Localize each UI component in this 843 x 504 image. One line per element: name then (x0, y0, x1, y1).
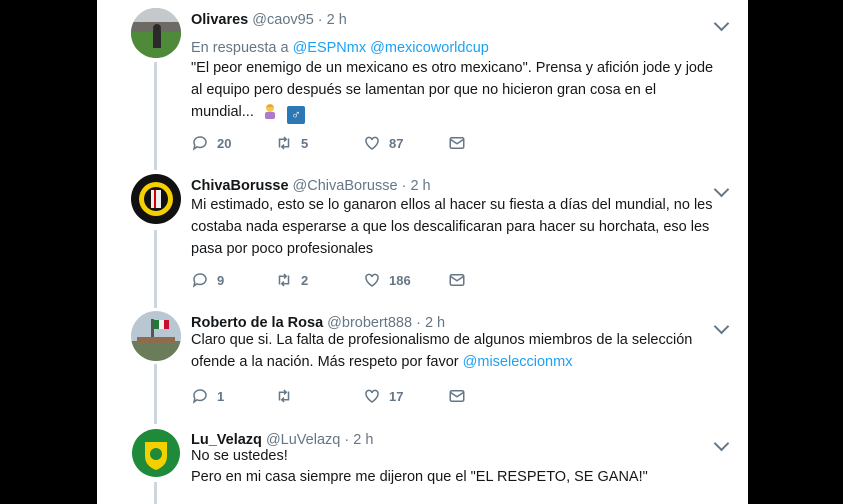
reply-prefix: En respuesta a (191, 40, 289, 56)
direct-message-button[interactable] (448, 134, 466, 152)
tweet-text-line: costaba nada esperarse a que los descali… (191, 219, 710, 235)
tweet-actions: 20 5 87 (191, 134, 491, 154)
timestamp[interactable]: 2 h (410, 178, 430, 194)
tweet-text-line: pasa por poco profesionales (191, 241, 374, 257)
retweet-button[interactable]: 5 (275, 134, 308, 152)
like-count: 87 (389, 135, 404, 151)
avatar[interactable] (131, 174, 181, 224)
like-button[interactable]: 17 (363, 387, 403, 405)
like-button[interactable]: 186 (363, 271, 411, 289)
tweet-actions: 1 17 (191, 387, 491, 407)
timeline-panel: Olivares @caov95 · 2 h En respuesta a @E… (97, 0, 748, 504)
retweet-button[interactable] (275, 387, 301, 405)
tweet-text-line: Mi estimado, esto se lo ganaron ellos al… (191, 197, 713, 213)
direct-message-icon (449, 274, 465, 286)
tweet-text-line: No se ustedes! (191, 448, 288, 464)
display-name[interactable]: Olivares (191, 12, 248, 28)
separator: · (317, 12, 323, 28)
retweet-icon (278, 389, 290, 403)
chevron-down-icon[interactable] (713, 435, 730, 452)
reply-icon (192, 136, 207, 151)
retweet-icon (278, 136, 290, 150)
reply-button[interactable]: 1 (191, 387, 224, 405)
tweet[interactable]: Roberto de la Rosa @brobert888 · 2 h Cla… (97, 311, 748, 411)
tweet-text-line: Pero en mi casa siempre me dijeron que e… (191, 469, 648, 485)
like-count: 17 (389, 388, 404, 404)
like-icon (365, 389, 379, 403)
username[interactable]: @caov95 (252, 12, 313, 28)
tweet-text-line: "El peor enemigo de un mexicano es otro … (191, 60, 714, 76)
tweet-text-line: Claro que si. La falta de profesionalism… (191, 332, 693, 348)
chevron-down-icon[interactable] (713, 181, 730, 198)
direct-message-button[interactable] (448, 271, 466, 289)
avatar[interactable] (131, 311, 181, 361)
tweet[interactable]: Lu_Velazq @LuVelazq · 2 h No se ustedes!… (97, 428, 748, 504)
chevron-down-icon[interactable] (713, 318, 730, 335)
mention-link[interactable]: @ESPNmx (293, 40, 367, 56)
reply-button[interactable]: 20 (191, 134, 231, 152)
reply-count: 20 (217, 135, 232, 151)
retweet-icon (278, 273, 290, 287)
like-icon (365, 273, 379, 287)
like-button[interactable]: 87 (363, 134, 403, 152)
retweet-count: 5 (301, 135, 309, 151)
like-icon (365, 136, 379, 150)
tweet-header: Olivares @caov95 · 2 h (191, 12, 347, 28)
reply-icon (192, 389, 207, 404)
separator: · (401, 178, 407, 194)
direct-message-icon (449, 390, 465, 402)
like-count: 186 (389, 272, 411, 288)
tweet-text-line-2: ofende a la nación. Más respeto por favo… (191, 351, 572, 373)
display-name[interactable]: ChivaBorusse (191, 178, 289, 194)
mention-link[interactable]: @mexicoworldcup (370, 40, 489, 56)
separator: · (344, 432, 350, 448)
tweet[interactable]: Olivares @caov95 · 2 h En respuesta a @E… (97, 8, 748, 158)
direct-message-button[interactable] (448, 387, 466, 405)
tweet-text-line: al equipo pero después se lamentan por q… (191, 82, 657, 98)
direct-message-icon (449, 137, 465, 149)
tweet-actions: 9 2 186 (191, 271, 491, 291)
avatar[interactable] (131, 428, 181, 478)
tweet[interactable]: ChivaBorusse @ChivaBorusse · 2 h Mi esti… (97, 174, 748, 294)
reply-count: 9 (217, 272, 225, 288)
tweet-header: ChivaBorusse @ChivaBorusse · 2 h (191, 178, 431, 194)
woman-shrugging-emoji-icon (261, 101, 279, 119)
username[interactable]: @ChivaBorusse (293, 178, 398, 194)
avatar[interactable] (131, 8, 181, 58)
tweet-text-segment: ofende a la nación. Más respeto por favo… (191, 354, 459, 370)
timestamp[interactable]: 2 h (327, 12, 347, 28)
reply-context: En respuesta a @ESPNmx @mexicoworldcup (191, 40, 489, 56)
reply-button[interactable]: 9 (191, 271, 224, 289)
timestamp[interactable]: 2 h (353, 432, 373, 448)
tweet-text-line: mundial... (191, 104, 254, 120)
retweet-count: 2 (301, 272, 309, 288)
mention-link[interactable]: @miseleccionmx (463, 354, 573, 370)
tweet-text-last: mundial... ♂ (191, 101, 305, 124)
retweet-button[interactable]: 2 (275, 271, 308, 289)
chevron-down-icon[interactable] (713, 15, 730, 32)
male-sign-emoji-icon: ♂ (286, 106, 305, 124)
reply-count: 1 (217, 388, 225, 404)
reply-icon (192, 273, 207, 288)
